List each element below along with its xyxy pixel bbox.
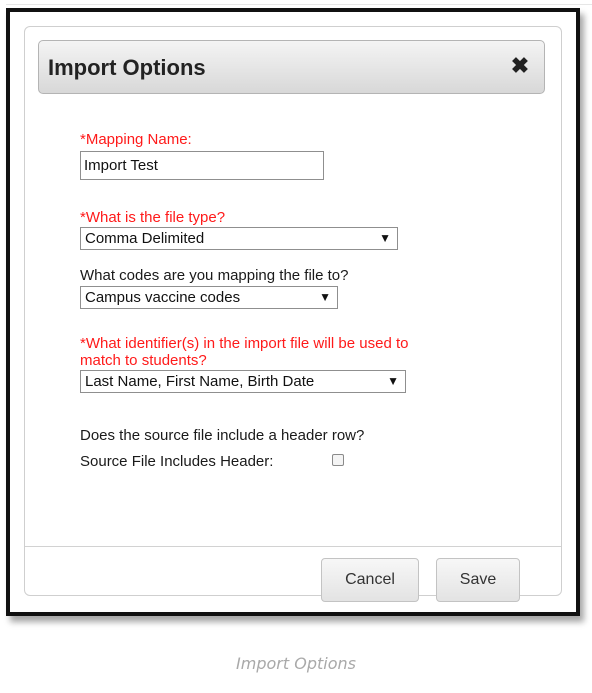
import-options-dialog: Import Options ✖ *Mapping Name: *What is… [24,26,562,602]
file-type-label: *What is the file type? [80,209,226,226]
dialog-titlebar: Import Options ✖ [38,40,545,94]
footer-divider [25,546,561,547]
dialog-title: Import Options [48,55,206,80]
mapping-name-input[interactable] [80,151,324,180]
header-checkbox-label: Source File Includes Header: [80,453,274,470]
top-rule [6,4,592,5]
codes-label: What codes are you mapping the file to? [80,267,349,284]
save-button[interactable]: Save [436,558,520,602]
identifiers-select[interactable]: Last Name, First Name, Birth Date ▼ [80,370,406,393]
dropdown-arrow-icon: ▼ [319,290,331,304]
screenshot-frame: Import Options ✖ *Mapping Name: *What is… [6,8,580,616]
file-type-select[interactable]: Comma Delimited ▼ [80,227,398,250]
dropdown-arrow-icon: ▼ [387,374,399,388]
figure-caption: Import Options [236,654,356,673]
cancel-button[interactable]: Cancel [321,558,419,602]
header-checkbox[interactable] [332,454,344,466]
codes-selected: Campus vaccine codes [85,289,241,306]
header-row-question: Does the source file include a header ro… [80,427,365,444]
dropdown-arrow-icon: ▼ [379,231,391,245]
close-icon[interactable]: ✖ [509,54,531,78]
file-type-selected: Comma Delimited [85,230,205,247]
identifiers-label-line2: match to students? [80,352,207,369]
mapping-name-label: *Mapping Name: [80,131,192,148]
identifiers-label-line1: *What identifier(s) in the import file w… [80,335,409,352]
codes-select[interactable]: Campus vaccine codes ▼ [80,286,338,309]
identifiers-selected: Last Name, First Name, Birth Date [85,373,315,390]
